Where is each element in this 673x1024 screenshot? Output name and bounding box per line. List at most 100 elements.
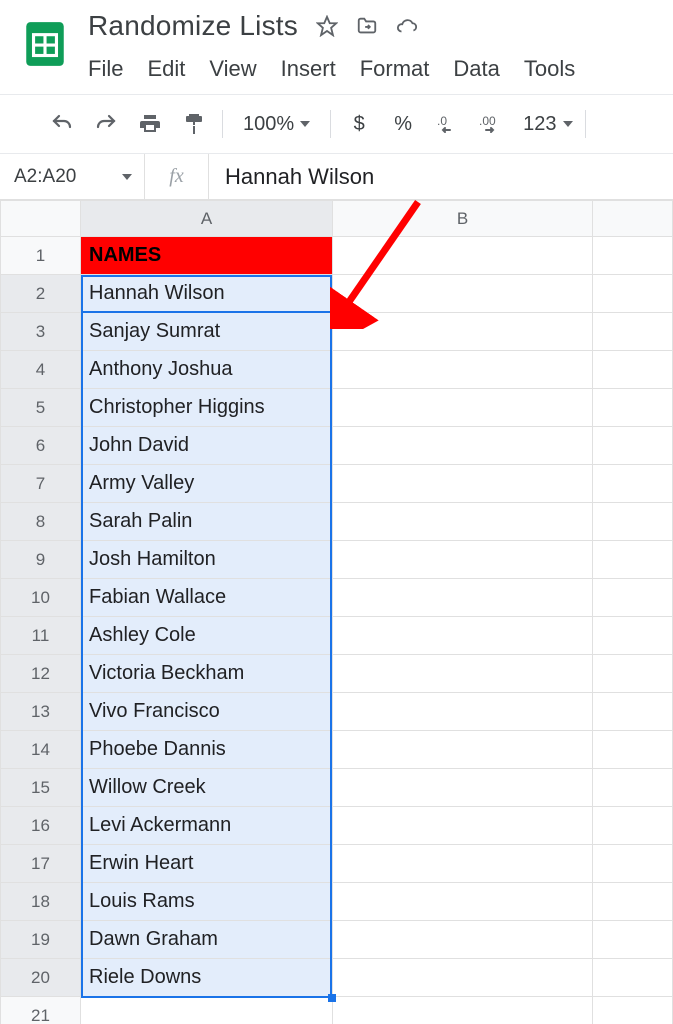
row-header[interactable]: 20: [1, 959, 81, 997]
menu-data[interactable]: Data: [453, 56, 499, 82]
cell[interactable]: [593, 389, 673, 427]
row-header[interactable]: 12: [1, 655, 81, 693]
decrease-decimal-button[interactable]: .0: [425, 104, 469, 144]
row-header[interactable]: 9: [1, 541, 81, 579]
document-title[interactable]: Randomize Lists: [88, 10, 298, 42]
name-box[interactable]: A2:A20: [0, 154, 145, 199]
cell[interactable]: [333, 313, 593, 351]
cell[interactable]: [333, 883, 593, 921]
column-header-c[interactable]: [593, 201, 673, 237]
menu-format[interactable]: Format: [360, 56, 430, 82]
cell[interactable]: [593, 275, 673, 313]
cell[interactable]: [333, 655, 593, 693]
paint-format-button[interactable]: [172, 104, 216, 144]
cell-a12[interactable]: Victoria Beckham: [81, 655, 333, 693]
row-header[interactable]: 4: [1, 351, 81, 389]
cell[interactable]: [333, 389, 593, 427]
cell[interactable]: [333, 997, 593, 1024]
cell[interactable]: [333, 617, 593, 655]
cell[interactable]: [593, 997, 673, 1024]
cell[interactable]: [593, 845, 673, 883]
cell-a13[interactable]: Vivo Francisco: [81, 693, 333, 731]
cell[interactable]: [333, 693, 593, 731]
format-currency-button[interactable]: $: [337, 104, 381, 144]
column-header-b[interactable]: B: [333, 201, 593, 237]
cell-a17[interactable]: Erwin Heart: [81, 845, 333, 883]
cell[interactable]: [593, 617, 673, 655]
row-header[interactable]: 13: [1, 693, 81, 731]
cell-a5[interactable]: Christopher Higgins: [81, 389, 333, 427]
cell-a19[interactable]: Dawn Graham: [81, 921, 333, 959]
column-header-a[interactable]: A: [81, 201, 333, 237]
star-icon[interactable]: [316, 15, 338, 37]
row-header[interactable]: 8: [1, 503, 81, 541]
cell[interactable]: [333, 541, 593, 579]
cell-a4[interactable]: Anthony Joshua: [81, 351, 333, 389]
row-header[interactable]: 3: [1, 313, 81, 351]
row-header[interactable]: 1: [1, 237, 81, 275]
cell[interactable]: [333, 351, 593, 389]
cell[interactable]: [593, 237, 673, 275]
cell[interactable]: [593, 883, 673, 921]
cell[interactable]: [593, 769, 673, 807]
cell[interactable]: [333, 959, 593, 997]
cell[interactable]: [593, 465, 673, 503]
cell[interactable]: [593, 807, 673, 845]
cell-a1[interactable]: NAMES: [81, 237, 333, 275]
cell-a7[interactable]: Army Valley: [81, 465, 333, 503]
row-header[interactable]: 18: [1, 883, 81, 921]
row-header[interactable]: 11: [1, 617, 81, 655]
cell[interactable]: [333, 845, 593, 883]
cell[interactable]: [333, 579, 593, 617]
cell-a10[interactable]: Fabian Wallace: [81, 579, 333, 617]
cell[interactable]: [333, 427, 593, 465]
cell[interactable]: [593, 503, 673, 541]
cell[interactable]: [333, 465, 593, 503]
menu-insert[interactable]: Insert: [281, 56, 336, 82]
row-header[interactable]: 21: [1, 997, 81, 1024]
zoom-dropdown[interactable]: 100%: [229, 113, 324, 136]
cell[interactable]: [81, 997, 333, 1024]
row-header[interactable]: 14: [1, 731, 81, 769]
cell[interactable]: [333, 275, 593, 313]
cell[interactable]: [593, 579, 673, 617]
cell-a2[interactable]: Hannah Wilson: [81, 275, 333, 313]
cell[interactable]: [593, 693, 673, 731]
cell-a15[interactable]: Willow Creek: [81, 769, 333, 807]
cell[interactable]: [333, 503, 593, 541]
cell[interactable]: [333, 807, 593, 845]
cell-a11[interactable]: Ashley Cole: [81, 617, 333, 655]
cell[interactable]: [333, 731, 593, 769]
move-to-folder-icon[interactable]: [356, 15, 378, 37]
select-all-corner[interactable]: [1, 201, 81, 237]
cell[interactable]: [593, 655, 673, 693]
increase-decimal-button[interactable]: .00: [469, 104, 513, 144]
row-header[interactable]: 7: [1, 465, 81, 503]
row-header[interactable]: 19: [1, 921, 81, 959]
cell-a8[interactable]: Sarah Palin: [81, 503, 333, 541]
cell-a3[interactable]: Sanjay Sumrat: [81, 313, 333, 351]
cell[interactable]: [593, 731, 673, 769]
cell[interactable]: [593, 541, 673, 579]
row-header[interactable]: 2: [1, 275, 81, 313]
cell[interactable]: [593, 313, 673, 351]
menu-view[interactable]: View: [209, 56, 256, 82]
cell[interactable]: [593, 351, 673, 389]
undo-button[interactable]: [40, 104, 84, 144]
redo-button[interactable]: [84, 104, 128, 144]
cloud-status-icon[interactable]: [396, 15, 418, 37]
cell[interactable]: [593, 427, 673, 465]
cell-a6[interactable]: John David: [81, 427, 333, 465]
cell[interactable]: [593, 959, 673, 997]
row-header[interactable]: 5: [1, 389, 81, 427]
row-header[interactable]: 10: [1, 579, 81, 617]
spreadsheet-grid[interactable]: A B 1 NAMES 2Hannah Wilson 3Sanjay Sumra…: [0, 200, 673, 1024]
formula-input[interactable]: [209, 154, 673, 199]
number-format-dropdown[interactable]: 123: [513, 113, 578, 136]
cell-a20[interactable]: Riele Downs: [81, 959, 333, 997]
menu-file[interactable]: File: [88, 56, 123, 82]
row-header[interactable]: 15: [1, 769, 81, 807]
menu-tools[interactable]: Tools: [524, 56, 575, 82]
cell[interactable]: [333, 921, 593, 959]
cell-a14[interactable]: Phoebe Dannis: [81, 731, 333, 769]
